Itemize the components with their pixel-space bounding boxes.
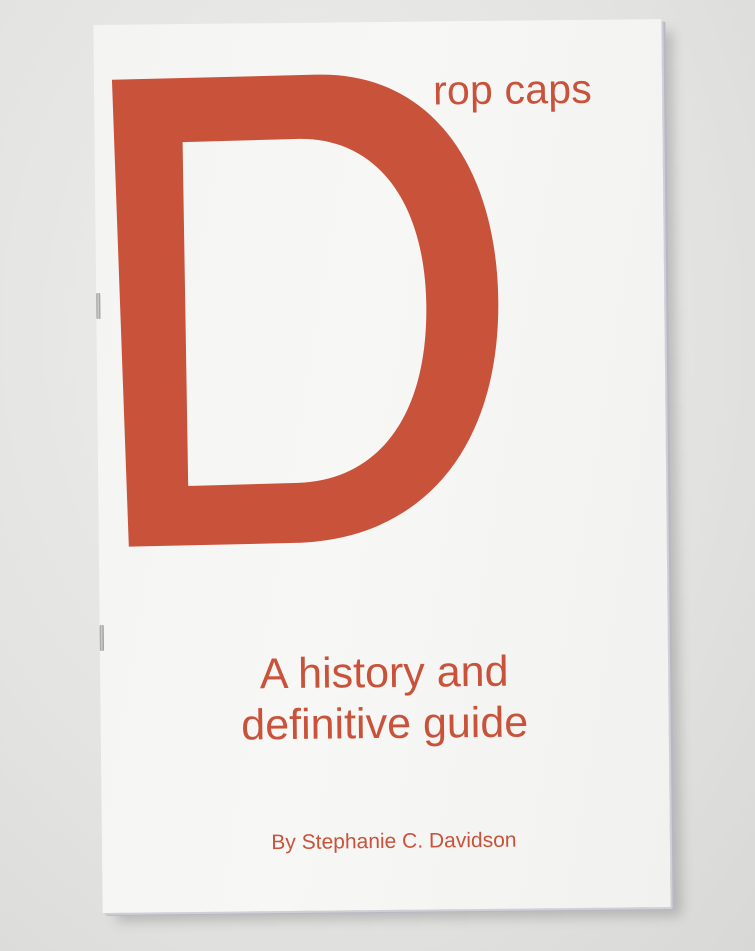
subtitle-line-2: definitive guide [241,698,529,750]
drop-cap-letter-d [111,74,499,547]
subtitle-line-1: A history and [259,647,509,699]
title-rest: rop caps [432,65,593,114]
booklet-cover: rop caps A history and definitive guide … [93,19,671,913]
subtitle: A history and definitive guide [100,645,669,753]
